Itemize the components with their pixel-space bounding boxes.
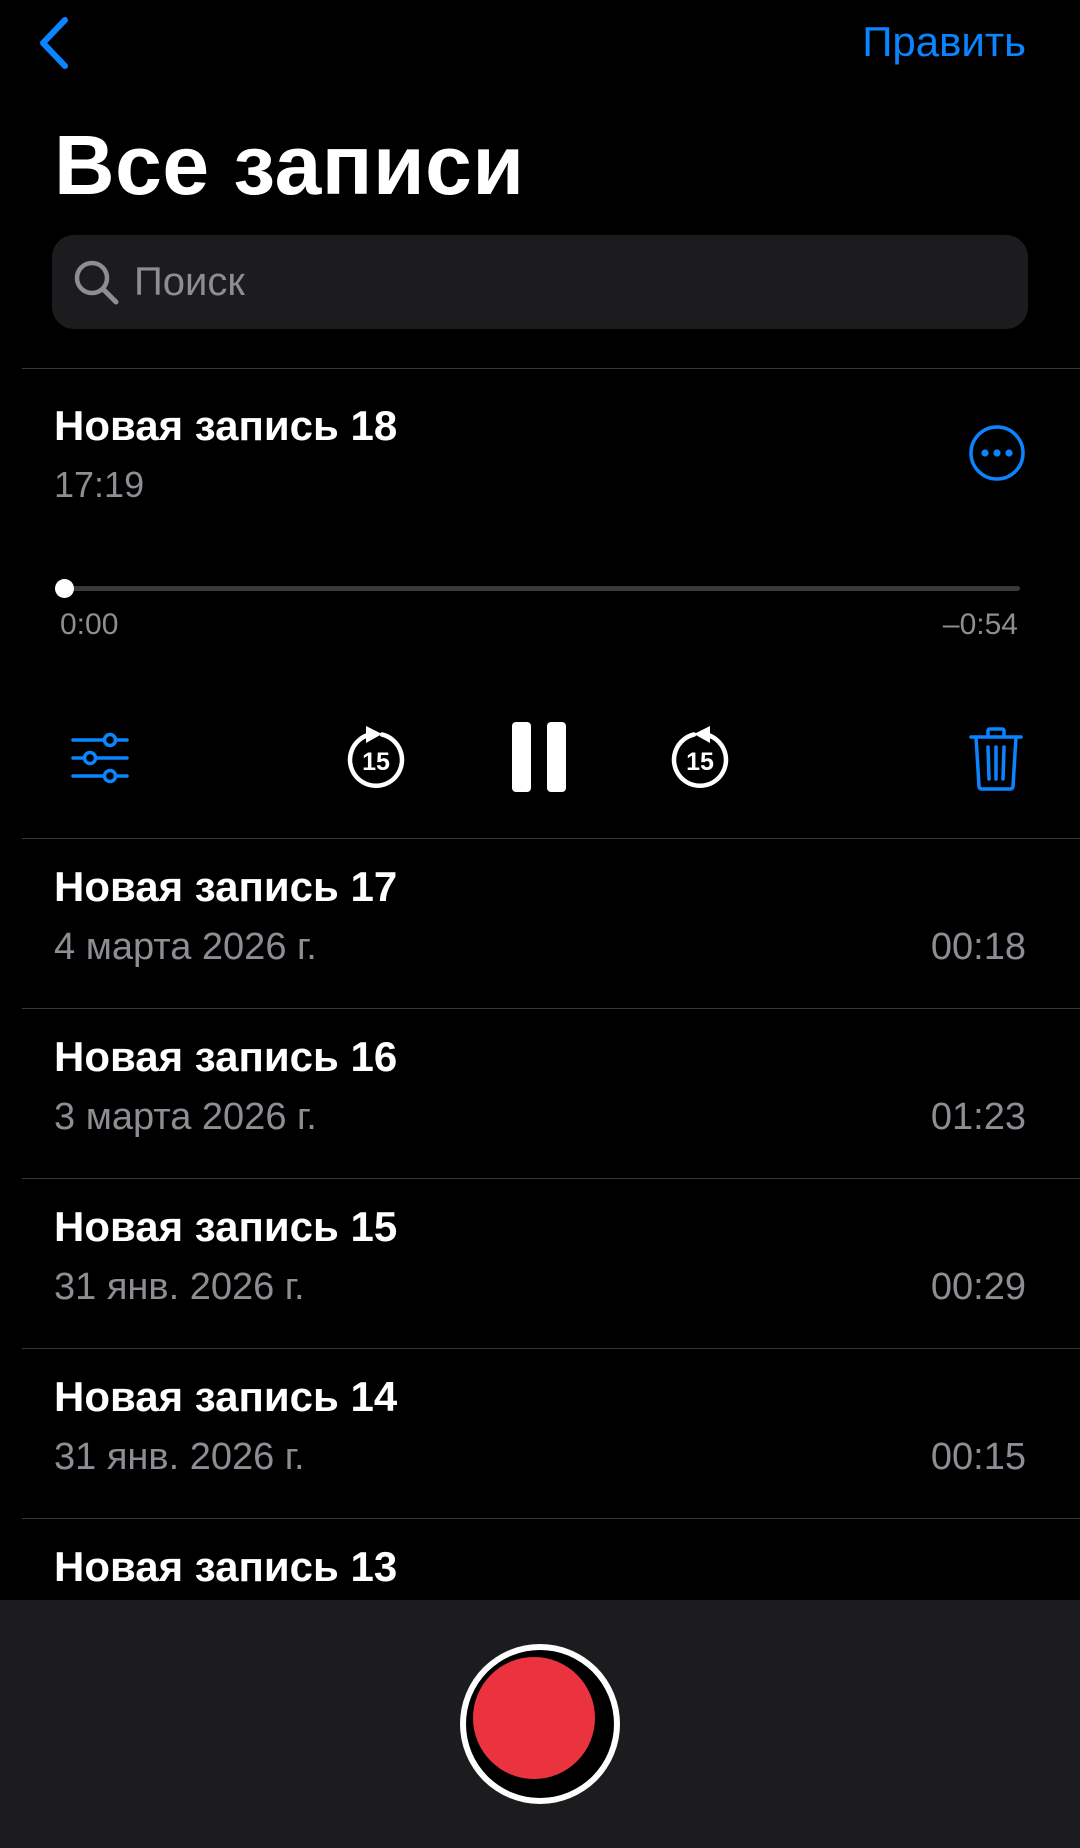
skip-back-15-icon: 15 bbox=[347, 726, 405, 789]
scrubber-knob[interactable] bbox=[55, 579, 74, 598]
chevron-left-icon bbox=[40, 17, 68, 69]
trash-icon[interactable] bbox=[968, 726, 1024, 792]
recording-row[interactable]: Новая запись 14 31 янв. 2026 г. 00:15 bbox=[0, 1349, 1080, 1519]
search-bar[interactable] bbox=[52, 235, 1028, 329]
recording-date: 31 янв. 2026 г. bbox=[54, 1266, 305, 1308]
divider bbox=[22, 368, 1080, 369]
recording-row[interactable]: Новая запись 16 3 марта 2026 г. 01:23 bbox=[0, 1009, 1080, 1179]
pause-icon bbox=[512, 722, 566, 792]
skip-forward-15-icon: 15 bbox=[671, 726, 729, 789]
recording-date: 3 марта 2026 г. bbox=[54, 1096, 317, 1138]
recording-title[interactable]: Новая запись 18 bbox=[54, 400, 397, 452]
skip-forward-button[interactable]: 15 bbox=[668, 726, 732, 790]
search-input[interactable] bbox=[132, 258, 996, 306]
pause-button[interactable] bbox=[508, 720, 570, 794]
skip-forward-label: 15 bbox=[686, 748, 714, 776]
elapsed-time: 0:00 bbox=[60, 608, 119, 641]
recording-duration: 00:29 bbox=[930, 1266, 1026, 1308]
record-icon bbox=[473, 1657, 595, 1779]
recording-title: Новая запись 14 bbox=[54, 1373, 398, 1420]
playback-scrubber[interactable] bbox=[55, 579, 1020, 598]
recording-date: 4 марта 2026 г. bbox=[54, 926, 317, 968]
recording-duration: 01:23 bbox=[930, 1096, 1026, 1138]
recording-title: Новая запись 17 bbox=[54, 863, 398, 910]
skip-back-label: 15 bbox=[362, 748, 390, 776]
remaining-time: –0:54 bbox=[942, 608, 1018, 641]
recording-duration: 00:15 bbox=[930, 1436, 1026, 1478]
search-icon bbox=[74, 260, 119, 305]
recording-row[interactable]: Новая запись 15 31 янв. 2026 г. 00:29 bbox=[0, 1179, 1080, 1349]
skip-back-button[interactable]: 15 bbox=[344, 726, 408, 790]
recording-time: 17:19 bbox=[54, 464, 145, 505]
recording-date: 31 янв. 2026 г. bbox=[54, 1436, 305, 1478]
recording-title: Новая запись 16 bbox=[54, 1033, 398, 1080]
recording-title: Новая запись 13 bbox=[54, 1543, 398, 1590]
back-button[interactable] bbox=[24, 8, 84, 78]
edit-button[interactable]: Править bbox=[862, 14, 1026, 70]
recording-title: Новая запись 15 bbox=[54, 1203, 398, 1250]
recording-row[interactable]: Новая запись 17 4 марта 2026 г. 00:18 bbox=[0, 839, 1080, 1009]
sliders-icon[interactable] bbox=[70, 728, 130, 788]
record-button[interactable] bbox=[460, 1644, 620, 1804]
ellipsis-circle-icon[interactable] bbox=[968, 424, 1026, 482]
page-title: Все записи bbox=[54, 118, 525, 212]
recording-duration: 00:18 bbox=[930, 926, 1026, 968]
